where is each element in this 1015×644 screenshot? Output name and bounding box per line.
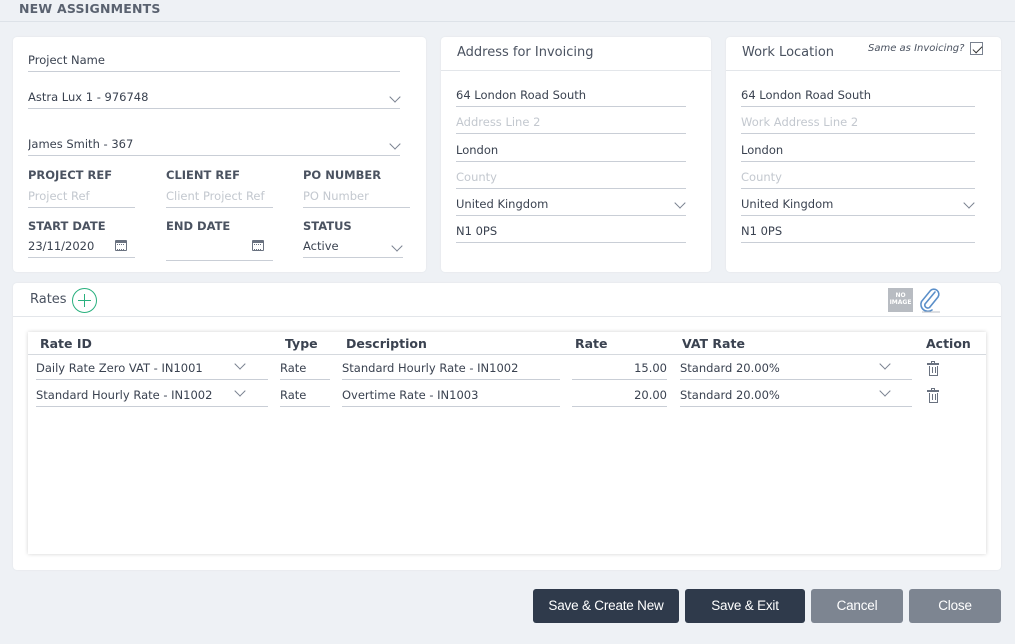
cancel-button[interactable]: Cancel [811,589,903,623]
table-header-divider [28,354,986,355]
rate-id-select[interactable]: Daily Rate Zero VAT - IN1001 [36,358,268,380]
invoice-address-line2[interactable]: Address Line 2 [456,112,686,134]
po-number-label: PO NUMBER [303,168,382,182]
po-number-input[interactable]: PO Number [303,186,410,208]
column-header-vat-rate: VAT Rate [682,336,745,351]
rate-type[interactable]: Rate [280,385,330,407]
work-address-line1[interactable]: 64 London Road South [741,85,975,107]
project-name-label: Project Name [28,50,400,72]
assignment-details-panel: Project Name Astra Lux 1 - 976748 James … [13,37,426,272]
invoicing-title: Address for Invoicing [457,45,594,60]
invoice-postcode[interactable]: N1 0PS [456,221,686,243]
add-rate-button[interactable] [72,288,97,313]
rates-title: Rates [30,292,67,307]
rate-value[interactable]: 20.00 [572,385,667,407]
column-header-rate-id: Rate ID [40,336,92,351]
same-as-invoicing-checkbox[interactable] [970,42,983,55]
work-address-line2[interactable]: Work Address Line 2 [741,112,975,134]
same-as-invoicing-label: Same as Invoicing? [868,43,965,54]
calendar-icon[interactable] [252,240,264,251]
work-country-select[interactable]: United Kingdom [741,194,975,216]
work-postcode[interactable]: N1 0PS [741,221,975,243]
rate-type[interactable]: Rate [280,358,330,380]
delete-row-trash-icon[interactable] [927,361,939,376]
panel-divider [13,316,1001,317]
work-city[interactable]: London [741,140,975,162]
project-ref-input[interactable]: Project Ref [28,186,135,208]
column-header-type: Type [285,336,318,351]
project-ref-label: PROJECT REF [28,168,113,182]
work-location-title: Work Location [742,45,835,60]
invoice-county[interactable]: County [456,167,686,189]
invoice-address-line1[interactable]: 64 London Road South [456,85,686,107]
rate-description[interactable]: Standard Hourly Rate - IN1002 [342,358,560,380]
column-header-action: Action [926,336,971,351]
save-exit-button[interactable]: Save & Exit [685,589,805,623]
delete-row-trash-icon[interactable] [927,388,939,403]
rates-table: Rate ID Type Description Rate VAT Rate A… [28,332,986,554]
column-header-description: Description [346,336,427,351]
work-county[interactable]: County [741,167,975,189]
project-select-value: Astra Lux 1 - 976748 [28,90,149,104]
column-header-rate: Rate [575,336,608,351]
project-select[interactable]: Astra Lux 1 - 976748 [28,87,400,109]
invoice-country-select[interactable]: United Kingdom [456,194,686,216]
close-button[interactable]: Close [909,589,1001,623]
invoicing-address-panel: Address for Invoicing 64 London Road Sou… [441,37,711,272]
status-select[interactable]: Active [303,236,403,258]
save-create-new-button[interactable]: Save & Create New [533,589,679,623]
work-location-panel: Work Location Same as Invoicing? 64 Lond… [726,37,1001,272]
calendar-icon[interactable] [115,240,127,251]
vat-rate-select[interactable]: Standard 20.00% [680,358,912,380]
client-ref-label: CLIENT REF [166,168,240,182]
rate-id-select[interactable]: Standard Hourly Rate - IN1002 [36,385,268,407]
vat-rate-select[interactable]: Standard 20.00% [680,385,912,407]
status-label: STATUS [303,219,352,233]
end-date-label: END DATE [166,219,231,233]
rate-value[interactable]: 15.00 [572,358,667,380]
client-ref-input[interactable]: Client Project Ref [166,186,273,208]
rates-panel: Rates NO IMAGE Rate ID Type Description … [13,283,1001,570]
person-select[interactable]: James Smith - 367 [28,134,400,156]
panel-divider [726,70,1001,71]
person-select-value: James Smith - 367 [28,137,134,151]
no-image-icon: NO IMAGE [888,288,913,312]
paperclip-icon[interactable] [918,287,942,313]
panel-divider [441,70,711,71]
header-bar: NEW ASSIGNMENTS [0,0,1015,22]
page-title: NEW ASSIGNMENTS [19,1,161,16]
start-date-label: START DATE [28,219,106,233]
rate-description[interactable]: Overtime Rate - IN1003 [342,385,560,407]
invoice-city[interactable]: London [456,140,686,162]
